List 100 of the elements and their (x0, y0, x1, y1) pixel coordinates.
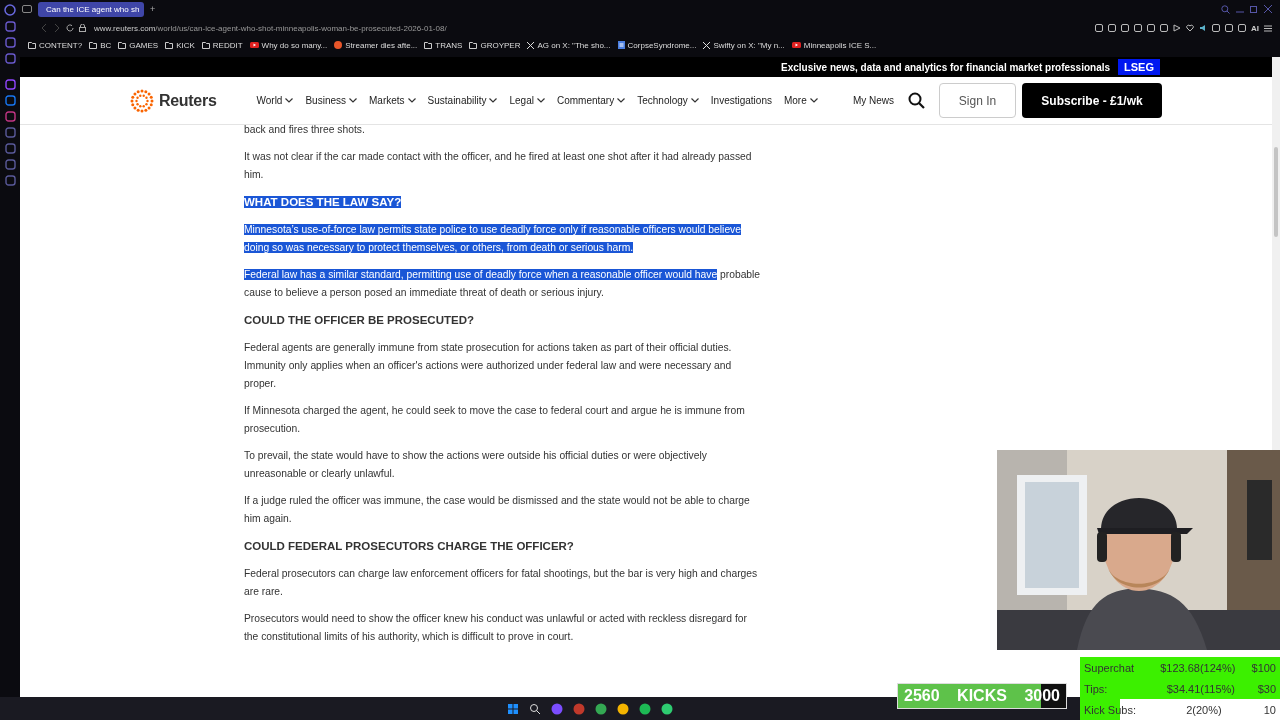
nav-link[interactable]: More (783, 95, 818, 106)
subscribe-button[interactable]: Subscribe - £1/wk (1022, 83, 1162, 118)
sidebar-app-icon[interactable] (4, 143, 16, 154)
ai-button[interactable]: AI (1251, 23, 1259, 33)
address-bar[interactable]: www.reuters.com/world/us/can-ice-agent-who-shot-minneapolis-woman-be-prosecuted-2026-01-08/ (94, 23, 447, 33)
article-paragraph: If a judge ruled the officer was immune, the case would be dismissed and the state would not be able to charge him again. (244, 494, 751, 526)
close-icon[interactable] (1264, 5, 1272, 13)
folder-icon (118, 41, 127, 49)
folder-icon (424, 41, 433, 49)
search-icon[interactable] (908, 92, 925, 109)
article-paragraph: Federal agents are generally immune from state prosecution for actions taken as part of their official duties. Immunity only applies when an officer's actions were authorized under federal law and were necessary and proper. (244, 341, 733, 391)
document-icon (617, 41, 625, 49)
sidebar-app-icon[interactable] (4, 127, 16, 138)
caret-icon (690, 98, 699, 103)
play-icon (249, 42, 259, 48)
x-logo-icon (703, 41, 711, 49)
stat-label: Tips: (1084, 682, 1109, 695)
taskbar-app-icon[interactable] (507, 702, 519, 715)
article-paragraph: Minnesota’s use-of-force law permits state police to use deadly force only if reasonable officers would believe doing so was necessary to protect themselves, or others, from death or serious harm. (244, 223, 742, 255)
bookmark[interactable]: Minneapolis ICE S... (791, 40, 877, 50)
kicks-label: KICKS (957, 687, 1007, 705)
bookmark[interactable]: Streamer dies afte... (334, 40, 418, 50)
caret-icon (617, 98, 626, 103)
bookmark[interactable]: Swifty on X: "My n... (703, 40, 785, 50)
nav-link[interactable]: Technology (637, 95, 699, 106)
article-paragraph: back and fires three shots. (244, 123, 366, 137)
bookmark[interactable]: BC (89, 40, 112, 50)
folder-icon (469, 41, 478, 49)
reload-icon[interactable] (66, 24, 74, 32)
stat-amount: $34.41(115%) (1165, 682, 1236, 695)
stat-label: Superchat (1084, 661, 1136, 674)
article-paragraph: If Minnesota charged the agent, he could seek to move the case to federal court and argue he is immune from prosecution. (244, 404, 746, 436)
stat-goal: $100 (1251, 661, 1276, 674)
caret-icon (489, 98, 498, 103)
nav-link[interactable]: Investigations (710, 95, 772, 106)
restore-icon[interactable] (1250, 5, 1258, 13)
article-paragraph: It was not clear if the car made contact with the officer, and he fired at least one shot after it had already passed him. (244, 150, 753, 182)
menu-icon[interactable] (1264, 24, 1272, 32)
stat-goal: 10 (1263, 703, 1276, 716)
avatar-icon (334, 41, 343, 49)
taskbar-app-icon[interactable] (529, 702, 541, 715)
my-news-link[interactable]: My News (852, 95, 894, 106)
caret-icon (536, 98, 545, 103)
sign-in-button[interactable]: Sign In (939, 83, 1016, 118)
sidebar-app-icon[interactable] (4, 95, 16, 106)
folder-icon (89, 41, 98, 49)
article-paragraph: Federal prosecutors can charge law enforcement officers for fatal shootings, but the bar is very high and charges are rare. (244, 567, 759, 599)
x-logo-icon (527, 41, 535, 49)
tab-list-icon[interactable] (22, 5, 32, 13)
browser-logo-icon[interactable] (4, 4, 16, 16)
stat-amount: $123.68(124%) (1159, 661, 1237, 674)
nav-link[interactable]: Legal (509, 95, 545, 106)
play-icon (791, 42, 801, 48)
section-heading: COULD FEDERAL PROSECUTORS CHARGE THE OFFICER? (244, 539, 575, 554)
bookmark[interactable]: GROYPER (469, 40, 521, 50)
sidebar-app-icon[interactable] (4, 79, 16, 90)
new-tab-button[interactable]: + (150, 4, 156, 14)
nav-link[interactable]: Commentary (556, 95, 626, 106)
caret-icon (407, 98, 416, 103)
bookmark[interactable]: Why do so many... (249, 40, 328, 50)
site-logo[interactable]: Reuters (159, 91, 217, 110)
nav-link[interactable]: World (256, 95, 294, 106)
caret-icon (349, 98, 357, 103)
sidebar-app-icon[interactable] (4, 21, 16, 32)
sidebar-app-icon[interactable] (4, 37, 16, 48)
scrollbar[interactable] (1272, 57, 1280, 450)
sidebar-app-icon[interactable] (4, 53, 16, 64)
sidebar-app-icon[interactable] (4, 111, 16, 122)
bookmark[interactable]: REDDIT (201, 40, 243, 50)
section-heading: COULD THE OFFICER BE PROSECUTED? (244, 313, 475, 328)
promo-badge[interactable]: LSEG (1118, 59, 1160, 75)
stat-amount: 2(20%) (1185, 703, 1223, 716)
bookmark[interactable]: KICK (165, 40, 195, 50)
caret-icon (809, 98, 818, 103)
caret-icon (285, 98, 294, 103)
kicks-current: 2560 (904, 687, 940, 705)
logo-icon[interactable] (130, 88, 154, 113)
sidebar-app-icon[interactable] (4, 175, 16, 186)
folder-icon (201, 41, 210, 49)
article-paragraph: To prevail, the state would have to show the actions were outside his official duties or were objectively unreasonable or clearly unlawful. (244, 449, 708, 481)
taskbar-app-icon[interactable] (617, 702, 629, 715)
nav-link[interactable]: Sustainability (427, 95, 498, 106)
taskbar-app-icon[interactable] (639, 702, 651, 715)
nav-link[interactable]: Markets (369, 95, 416, 106)
bookmark[interactable]: AG on X: "The sho... (527, 40, 611, 50)
lock-icon (79, 24, 86, 32)
section-heading: WHAT DOES THE LAW SAY? (244, 195, 403, 210)
taskbar-app-icon[interactable] (595, 702, 607, 715)
folder-icon (28, 41, 36, 49)
bookmark[interactable]: CorpseSyndrome... (617, 40, 697, 50)
sidebar-app-icon[interactable] (4, 159, 16, 170)
article-paragraph: Prosecutors would need to show the officer knew his conduct was unlawful or acted with reckless disregard for the constitutional limits of his authority, which is difficult to prove in court. (244, 612, 748, 644)
article-paragraph: Federal law has a similar standard, permitting use of deadly force when a reasonable officer would have probable cause to believe a person posed an immediate threat of death or serious injury. (244, 268, 762, 300)
bookmark[interactable]: GAMES (118, 40, 159, 50)
taskbar-app-icon[interactable] (661, 702, 673, 715)
bookmark[interactable]: TRANS (424, 40, 463, 50)
promo-text[interactable]: Exclusive news, data and analytics for financial market professionals (781, 61, 1111, 73)
nav-link[interactable]: Business (305, 95, 357, 106)
browser-tab[interactable]: Can the ICE agent who sh (38, 1, 144, 17)
bookmark[interactable]: CONTENT? (28, 40, 83, 50)
